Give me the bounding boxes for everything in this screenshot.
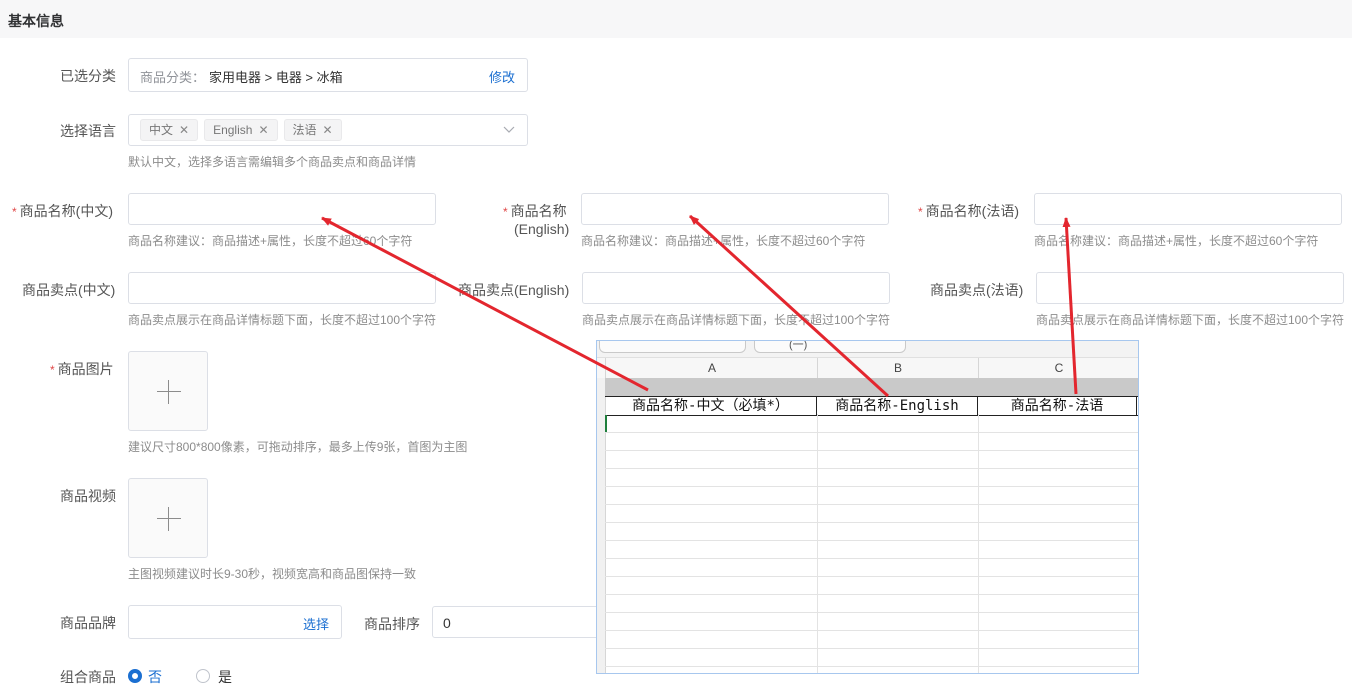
arrow-to-name-en: [688, 214, 890, 398]
arrow-to-name-zh: [321, 216, 649, 392]
arrow-to-name-fr: [1062, 217, 1078, 395]
annotation-arrows: [321, 214, 1078, 398]
